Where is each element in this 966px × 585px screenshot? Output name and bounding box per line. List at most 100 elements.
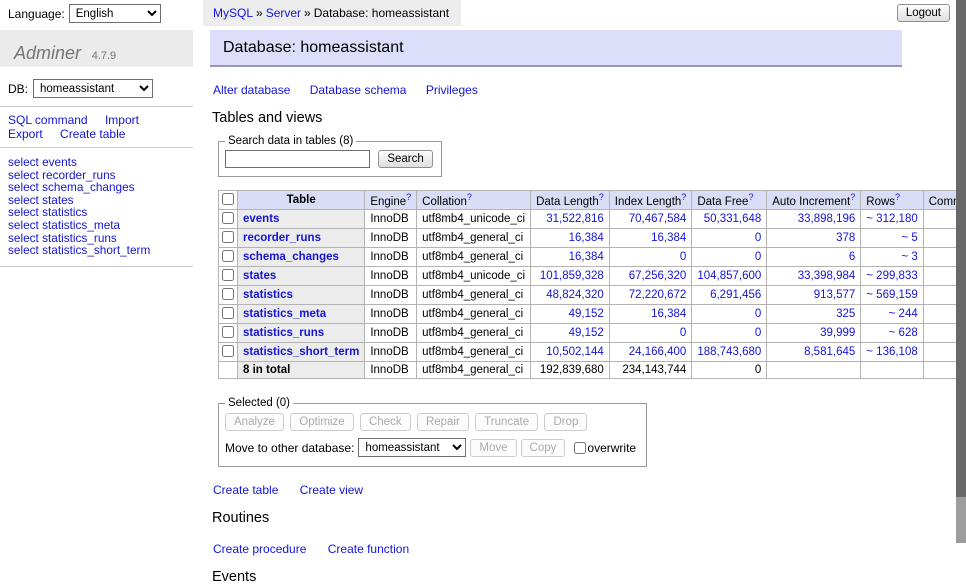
index-length-link[interactable]: 0: [609, 324, 692, 343]
rows-link[interactable]: ~ 312,180: [861, 210, 923, 229]
help-link[interactable]: ?: [748, 192, 753, 202]
index-length-link[interactable]: 16,384: [609, 229, 692, 248]
copy-button[interactable]: Copy: [521, 439, 566, 457]
overwrite-checkbox[interactable]: [574, 442, 586, 454]
collation-cell: utf8mb4_general_ci: [417, 324, 531, 343]
auto-increment-link[interactable]: 8,581,645: [767, 343, 861, 362]
data-length-link[interactable]: 49,152: [531, 305, 610, 324]
rows-link[interactable]: ~ 628: [861, 324, 923, 343]
row-checkbox[interactable]: [222, 231, 234, 243]
help-link[interactable]: ?: [599, 192, 604, 202]
rows-link[interactable]: ~ 569,159: [861, 286, 923, 305]
data-free-link[interactable]: 0: [692, 248, 767, 267]
col-header-rows: Rows?: [861, 191, 923, 210]
auto-increment-link[interactable]: 33,398,984: [767, 267, 861, 286]
scrollbar-thumb[interactable]: [956, 0, 966, 497]
rows-link[interactable]: ~ 5: [861, 229, 923, 248]
index-length-link[interactable]: 16,384: [609, 305, 692, 324]
create-procedure-link[interactable]: Create procedure: [213, 542, 306, 556]
sidebar-link-import[interactable]: Import: [105, 113, 139, 127]
data-free-link[interactable]: 0: [692, 324, 767, 343]
sidebar-link-create-table[interactable]: Create table: [60, 127, 125, 141]
create-function-link[interactable]: Create function: [328, 542, 409, 556]
data-free-link[interactable]: 50,331,648: [692, 210, 767, 229]
sidebar-link-sql-command[interactable]: SQL command: [8, 113, 88, 127]
auto-increment-link[interactable]: 39,999: [767, 324, 861, 343]
table-name-link[interactable]: statistics_short_term: [243, 346, 359, 358]
sidebar-tables-list: select events select recorder_runs selec…: [0, 156, 193, 267]
search-input[interactable]: [225, 150, 370, 168]
table-name-link[interactable]: statistics: [243, 289, 293, 301]
row-checkbox[interactable]: [222, 345, 234, 357]
table-name-link[interactable]: states: [243, 270, 276, 282]
data-free-link[interactable]: 104,857,600: [692, 267, 767, 286]
index-length-link[interactable]: 0: [609, 248, 692, 267]
auto-increment-link[interactable]: 913,577: [767, 286, 861, 305]
table-name-link[interactable]: schema_changes: [243, 251, 339, 263]
help-link[interactable]: ?: [406, 192, 411, 202]
index-length-link[interactable]: 72,220,672: [609, 286, 692, 305]
data-free-link[interactable]: 0: [692, 229, 767, 248]
data-free-link[interactable]: 0: [692, 305, 767, 324]
overwrite-label: overwrite: [587, 441, 636, 455]
check-button[interactable]: Check: [360, 413, 411, 431]
help-link[interactable]: ?: [467, 192, 472, 202]
analyze-button[interactable]: Analyze: [225, 413, 284, 431]
help-link[interactable]: ?: [681, 192, 686, 202]
table-name-link[interactable]: statistics_runs: [243, 327, 324, 339]
row-checkbox[interactable]: [222, 250, 234, 262]
row-checkbox[interactable]: [222, 212, 234, 224]
create-table-link[interactable]: Create table: [213, 483, 278, 497]
optimize-button[interactable]: Optimize: [290, 413, 353, 431]
help-link[interactable]: ?: [895, 192, 900, 202]
create-view-link[interactable]: Create view: [300, 483, 363, 497]
auto-increment-link[interactable]: 325: [767, 305, 861, 324]
index-length-link[interactable]: 67,256,320: [609, 267, 692, 286]
data-length-link[interactable]: 101,859,328: [531, 267, 610, 286]
auto-increment-cell: [767, 362, 861, 379]
repair-button[interactable]: Repair: [417, 413, 469, 431]
data-length-link[interactable]: 10,502,144: [531, 343, 610, 362]
rows-link[interactable]: ~ 244: [861, 305, 923, 324]
data-length-link[interactable]: 48,824,320: [531, 286, 610, 305]
sidebar-select-statistics-short-term[interactable]: select statistics_short_term: [8, 243, 150, 257]
data-length-link[interactable]: 16,384: [531, 248, 610, 267]
move-button[interactable]: Move: [470, 439, 516, 457]
alter-database-link[interactable]: Alter database: [213, 83, 290, 97]
privileges-link[interactable]: Privileges: [426, 83, 478, 97]
rows-link[interactable]: ~ 3: [861, 248, 923, 267]
table-name-link[interactable]: statistics_meta: [243, 308, 326, 320]
auto-increment-link[interactable]: 33,898,196: [767, 210, 861, 229]
data-free-link[interactable]: 188,743,680: [692, 343, 767, 362]
table-name-link[interactable]: events: [243, 213, 279, 225]
rows-link[interactable]: ~ 299,833: [861, 267, 923, 286]
data-free-link[interactable]: 6,291,456: [692, 286, 767, 305]
row-checkbox[interactable]: [222, 288, 234, 300]
data-length-link[interactable]: 49,152: [531, 324, 610, 343]
move-database-select[interactable]: homeassistant: [358, 438, 466, 457]
table-row: statistics_meta InnoDB utf8mb4_general_c…: [219, 305, 966, 324]
row-checkbox[interactable]: [222, 269, 234, 281]
db-select[interactable]: homeassistant: [33, 79, 153, 98]
data-length-link[interactable]: 16,384: [531, 229, 610, 248]
row-checkbox[interactable]: [222, 307, 234, 319]
auto-increment-link[interactable]: 6: [767, 248, 861, 267]
table-name-link[interactable]: recorder_runs: [243, 232, 321, 244]
sidebar-link-export[interactable]: Export: [8, 127, 43, 141]
truncate-button[interactable]: Truncate: [475, 413, 538, 431]
rows-link[interactable]: ~ 136,108: [861, 343, 923, 362]
index-length-link[interactable]: 70,467,584: [609, 210, 692, 229]
auto-increment-link[interactable]: 378: [767, 229, 861, 248]
select-all-checkbox[interactable]: [222, 193, 234, 205]
create-links-row: Create table Create view: [213, 483, 902, 497]
data-length-link[interactable]: 31,522,816: [531, 210, 610, 229]
engine-cell: InnoDB: [365, 324, 417, 343]
help-link[interactable]: ?: [850, 192, 855, 202]
drop-button[interactable]: Drop: [544, 413, 587, 431]
logout-button[interactable]: Logout: [897, 4, 950, 22]
database-schema-link[interactable]: Database schema: [310, 83, 407, 97]
search-button[interactable]: Search: [378, 150, 432, 168]
vertical-scrollbar[interactable]: [956, 0, 966, 543]
row-checkbox[interactable]: [222, 326, 234, 338]
index-length-link[interactable]: 24,166,400: [609, 343, 692, 362]
